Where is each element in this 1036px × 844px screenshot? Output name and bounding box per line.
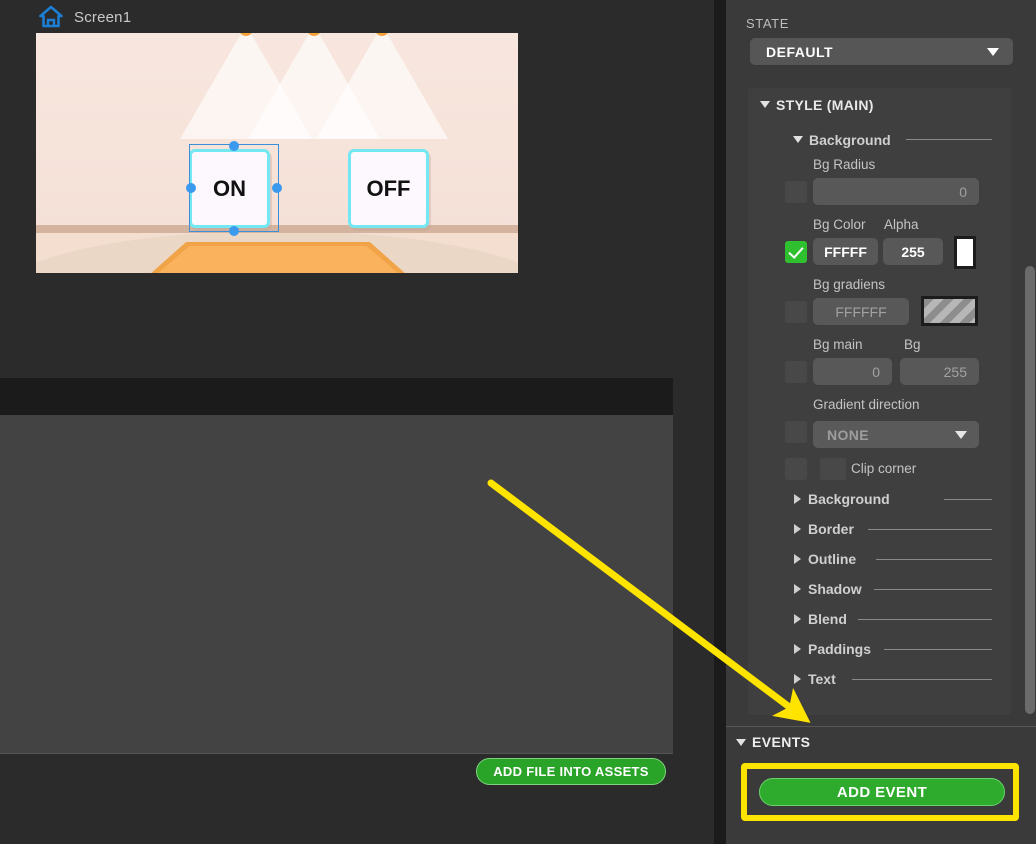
bg-input[interactable]: 255 — [900, 358, 979, 385]
home-icon[interactable] — [38, 5, 64, 29]
screen-title: Screen1 — [74, 9, 131, 26]
chevron-down-icon[interactable] — [760, 101, 770, 108]
section-rule — [944, 499, 992, 500]
chevron-right-icon[interactable] — [794, 584, 801, 594]
section-background[interactable]: Background — [808, 491, 890, 507]
state-dropdown[interactable]: DEFAULT — [750, 38, 1013, 65]
gradient-direction-dropdown[interactable]: NONE — [813, 421, 979, 448]
app-root: Screen1 ON OFF ADD FILE IN — [0, 0, 1036, 844]
assets-panel-body[interactable] — [0, 415, 673, 754]
bg-value: 255 — [900, 364, 979, 380]
chevron-right-icon[interactable] — [794, 554, 801, 564]
chevron-down-icon — [987, 48, 999, 56]
section-paddings[interactable]: Paddings — [808, 641, 871, 657]
properties-scrollbar-thumb[interactable] — [1025, 266, 1035, 714]
chevron-right-icon[interactable] — [794, 524, 801, 534]
bg-main-input[interactable]: 0 — [813, 358, 892, 385]
resize-handle-left[interactable] — [186, 183, 196, 193]
gradient-direction-label: Gradient direction — [813, 397, 920, 412]
bg-gradiens-value: FFFFFF — [813, 304, 909, 320]
bg-main-checkbox[interactable] — [785, 361, 807, 383]
add-file-into-assets-button[interactable]: ADD FILE INTO ASSETS — [476, 758, 666, 785]
bg-color-value: FFFFF — [813, 244, 878, 260]
bg-color-label: Bg Color — [813, 217, 866, 232]
clip-corner-box[interactable] — [820, 458, 846, 480]
panel-divider[interactable] — [714, 0, 726, 844]
state-dropdown-value: DEFAULT — [766, 44, 833, 60]
background-group-title[interactable]: Background — [809, 132, 891, 148]
section-rule — [858, 619, 992, 620]
bg-color-swatch[interactable] — [954, 236, 976, 269]
bg-color-checkbox[interactable] — [785, 241, 807, 263]
bg-gradiens-label: Bg gradiens — [813, 277, 885, 292]
bg-radius-input[interactable]: 0 — [813, 178, 979, 205]
events-divider — [726, 726, 1036, 727]
chevron-right-icon[interactable] — [794, 614, 801, 624]
chevron-right-icon[interactable] — [794, 674, 801, 684]
section-shadow[interactable]: Shadow — [808, 581, 862, 597]
section-rule — [874, 589, 992, 590]
chevron-down-icon — [955, 431, 967, 439]
selection-box — [189, 144, 279, 232]
section-rule — [884, 649, 992, 650]
state-label: STATE — [746, 16, 789, 31]
clip-corner-checkbox[interactable] — [785, 458, 807, 480]
bg-main-value: 0 — [813, 364, 892, 380]
section-rule — [876, 559, 992, 560]
editor-area: Screen1 ON OFF ADD FILE IN — [0, 0, 726, 844]
section-text[interactable]: Text — [808, 671, 836, 687]
alpha-value: 255 — [883, 244, 943, 260]
assets-panel-header — [0, 378, 673, 415]
section-border[interactable]: Border — [808, 521, 854, 537]
section-rule — [852, 679, 992, 680]
bg-radius-value: 0 — [813, 184, 979, 200]
bg-main-label: Bg main — [813, 337, 863, 352]
alpha-input[interactable]: 255 — [883, 238, 943, 265]
resize-handle-top[interactable] — [229, 141, 239, 151]
bg-label: Bg — [904, 337, 921, 352]
section-blend[interactable]: Blend — [808, 611, 847, 627]
bg-color-input[interactable]: FFFFF — [813, 238, 878, 265]
bg-gradiens-input[interactable]: FFFFFF — [813, 298, 909, 325]
resize-handle-right[interactable] — [272, 183, 282, 193]
canvas-button-off[interactable]: OFF — [348, 149, 429, 228]
gradient-direction-checkbox[interactable] — [785, 421, 807, 443]
bg-gradiens-checkbox[interactable] — [785, 301, 807, 323]
style-main-section-title[interactable]: STYLE (MAIN) — [776, 97, 874, 113]
bg-gradiens-swatch[interactable] — [921, 296, 978, 326]
section-outline[interactable]: Outline — [808, 551, 856, 567]
chevron-right-icon[interactable] — [794, 644, 801, 654]
section-rule — [906, 139, 992, 140]
chevron-right-icon[interactable] — [794, 494, 801, 504]
alpha-label: Alpha — [884, 217, 919, 232]
screen-header: Screen1 — [0, 0, 726, 33]
bg-radius-checkbox[interactable] — [785, 181, 807, 203]
lamp-light-cone — [316, 33, 448, 139]
chevron-down-icon[interactable] — [793, 136, 803, 143]
section-rule — [868, 529, 992, 530]
canvas-preview[interactable]: ON OFF — [36, 33, 518, 273]
panel-gap — [673, 378, 714, 844]
chevron-down-icon[interactable] — [736, 739, 746, 746]
events-section-title[interactable]: EVENTS — [752, 734, 810, 750]
bg-radius-label: Bg Radius — [813, 157, 875, 172]
gradient-direction-value: NONE — [827, 427, 869, 443]
resize-handle-bottom[interactable] — [229, 226, 239, 236]
clip-corner-label: Clip corner — [851, 461, 916, 476]
add-event-button[interactable]: ADD EVENT — [759, 778, 1005, 806]
